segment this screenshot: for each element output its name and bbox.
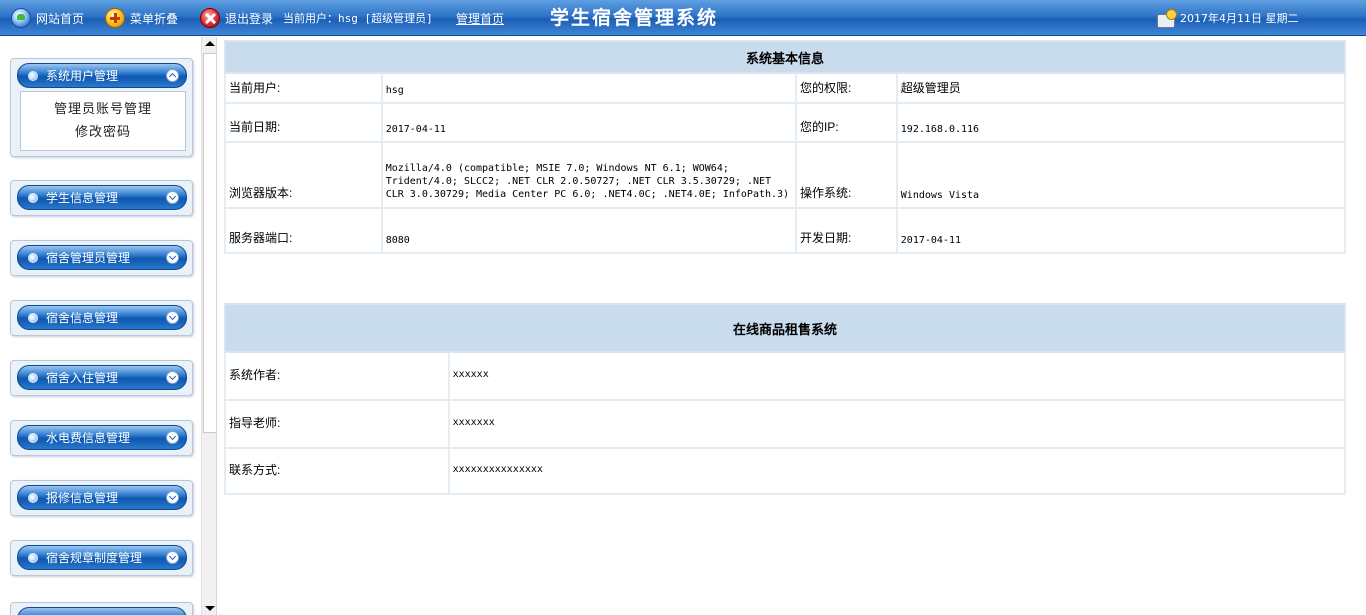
menu-head-label: 系统用户管理 bbox=[46, 69, 119, 83]
date-display: 2017年4月11日 星期二 bbox=[1155, 0, 1299, 36]
os-value: Windows Vista bbox=[895, 141, 1347, 209]
menu-group-dorm-managers: 宿舍管理员管理 bbox=[10, 240, 193, 276]
menu-fold-button[interactable]: 菜单折叠 bbox=[105, 0, 178, 36]
project-info-table: 在线商品租售系统 系统作者: xxxxxx 指导老师: xxxxxxx 联系方式… bbox=[224, 303, 1347, 495]
teacher-value: xxxxxxx bbox=[447, 399, 1347, 449]
menu-head-students[interactable]: 学生信息管理 bbox=[17, 185, 187, 210]
current-user-info: 当前用户：hsg [超级管理员] bbox=[283, 0, 433, 36]
chevron-up-icon bbox=[166, 69, 179, 82]
ip-label: 您的IP: bbox=[794, 102, 898, 143]
chevron-down-icon bbox=[166, 551, 179, 564]
menu-head-label: 宿舍规章制度管理 bbox=[46, 551, 143, 565]
menu-group-utilities: 水电费信息管理 bbox=[10, 420, 193, 456]
date-text: 2017年4月11日 星期二 bbox=[1180, 12, 1299, 25]
project-info-title: 在线商品租售系统 bbox=[224, 303, 1346, 353]
contact-value: xxxxxxxxxxxxxxx bbox=[447, 447, 1347, 495]
logout-label: 退出登录 bbox=[225, 11, 274, 26]
author-label: 系统作者: bbox=[224, 351, 450, 401]
site-home-link[interactable]: 网站首页 bbox=[11, 0, 84, 36]
menu-group-repairs: 报修信息管理 bbox=[10, 480, 193, 516]
chevron-down-icon bbox=[166, 311, 179, 324]
menu-group-system-users: 系统用户管理 管理员账号管理 修改密码 bbox=[10, 58, 193, 157]
scroll-down-arrow-icon[interactable] bbox=[205, 606, 215, 611]
menu-head-label: 宿舍信息管理 bbox=[46, 311, 119, 325]
port-value: 8080 bbox=[380, 207, 797, 254]
scroll-up-arrow-icon[interactable] bbox=[205, 41, 215, 46]
menu-group-check-in: 宿舍入住管理 bbox=[10, 360, 193, 396]
admin-home-link[interactable]: 管理首页 bbox=[456, 0, 504, 36]
browser-label: 浏览器版本: bbox=[224, 141, 383, 209]
scroll-thumb[interactable] bbox=[203, 53, 216, 433]
bullet-icon bbox=[28, 373, 38, 383]
menu-group-regulations: 宿舍规章制度管理 bbox=[10, 540, 193, 576]
os-label: 操作系统: bbox=[794, 141, 898, 209]
site-home-label: 网站首页 bbox=[36, 11, 85, 26]
menu-head-repairs[interactable]: 报修信息管理 bbox=[17, 485, 187, 510]
chevron-down-icon bbox=[166, 491, 179, 504]
logout-button[interactable]: 退出登录 bbox=[200, 0, 273, 36]
menu-head-partial[interactable] bbox=[17, 607, 187, 615]
port-label: 服务器端口: bbox=[224, 207, 383, 254]
current-user-text: 当前用户：hsg [超级管理员] bbox=[283, 12, 433, 25]
menu-head-check-in[interactable]: 宿舍入住管理 bbox=[17, 365, 187, 390]
app-title: 学生宿舍管理系统 bbox=[550, 6, 719, 29]
teacher-label: 指导老师: bbox=[224, 399, 450, 449]
plus-circle-icon bbox=[105, 8, 125, 28]
menu-head-label: 报修信息管理 bbox=[46, 491, 119, 505]
calendar-clock-icon bbox=[1155, 8, 1177, 28]
menu-group-students: 学生信息管理 bbox=[10, 180, 193, 216]
contact-label: 联系方式: bbox=[224, 447, 450, 495]
dev-date-label: 开发日期: bbox=[794, 207, 898, 254]
bullet-icon bbox=[28, 313, 38, 323]
sidebar: 系统用户管理 管理员账号管理 修改密码 学生信息管理 宿舍管理员管理 宿舍信息管… bbox=[0, 37, 217, 615]
bullet-icon bbox=[28, 553, 38, 563]
menu-head-label: 学生信息管理 bbox=[46, 191, 119, 205]
admin-home-label: 管理首页 bbox=[456, 11, 505, 26]
dev-date-value: 2017-04-11 bbox=[895, 207, 1347, 254]
bullet-icon bbox=[28, 253, 38, 263]
current-date-value: 2017-04-11 bbox=[380, 102, 797, 143]
menu-head-label: 宿舍入住管理 bbox=[46, 371, 119, 385]
basic-info-title: 系统基本信息 bbox=[224, 40, 1346, 74]
chevron-down-icon bbox=[166, 191, 179, 204]
top-bar: 网站首页 菜单折叠 退出登录 当前用户：hsg [超级管理员] 管理首页 学生宿… bbox=[0, 0, 1366, 36]
current-date-label: 当前日期: bbox=[224, 102, 383, 143]
menu-head-dorm-managers[interactable]: 宿舍管理员管理 bbox=[17, 245, 187, 270]
menu-body-system-users: 管理员账号管理 修改密码 bbox=[20, 91, 186, 151]
menu-fold-label: 菜单折叠 bbox=[130, 11, 179, 26]
bullet-icon bbox=[28, 193, 38, 203]
system-basic-info-table: 系统基本信息 当前用户: hsg 您的权限: 超级管理员 当前日期: 2017-… bbox=[224, 40, 1347, 254]
author-value: xxxxxx bbox=[447, 351, 1347, 401]
menu-head-dorm-info[interactable]: 宿舍信息管理 bbox=[17, 305, 187, 330]
menu-group-partial bbox=[10, 602, 193, 615]
chevron-down-icon bbox=[166, 251, 179, 264]
menu-head-label: 水电费信息管理 bbox=[46, 431, 131, 445]
menu-link-admin-accounts[interactable]: 管理员账号管理 bbox=[21, 98, 185, 121]
menu-head-regulations[interactable]: 宿舍规章制度管理 bbox=[17, 545, 187, 570]
globe-icon bbox=[11, 8, 31, 28]
menu-link-change-password[interactable]: 修改密码 bbox=[21, 121, 185, 144]
bullet-icon bbox=[28, 493, 38, 503]
bullet-icon bbox=[28, 71, 38, 81]
ip-value: 192.168.0.116 bbox=[895, 102, 1347, 143]
sidebar-scrollbar[interactable] bbox=[201, 37, 216, 615]
chevron-down-icon bbox=[166, 371, 179, 384]
menu-head-utilities[interactable]: 水电费信息管理 bbox=[17, 425, 187, 450]
current-user-label: 当前用户: bbox=[224, 72, 383, 104]
close-circle-icon bbox=[200, 8, 220, 28]
bullet-icon bbox=[28, 433, 38, 443]
main-content: 系统基本信息 当前用户: hsg 您的权限: 超级管理员 当前日期: 2017-… bbox=[222, 37, 1366, 615]
permission-value: 超级管理员 bbox=[895, 72, 1347, 104]
permission-label: 您的权限: bbox=[794, 72, 898, 104]
browser-value: Mozilla/4.0 (compatible; MSIE 7.0; Windo… bbox=[380, 141, 797, 209]
menu-head-label: 宿舍管理员管理 bbox=[46, 251, 131, 265]
current-user-value: hsg bbox=[380, 72, 797, 104]
menu-group-dorm-info: 宿舍信息管理 bbox=[10, 300, 193, 336]
menu-head-system-users[interactable]: 系统用户管理 bbox=[17, 63, 187, 88]
chevron-down-icon bbox=[166, 431, 179, 444]
